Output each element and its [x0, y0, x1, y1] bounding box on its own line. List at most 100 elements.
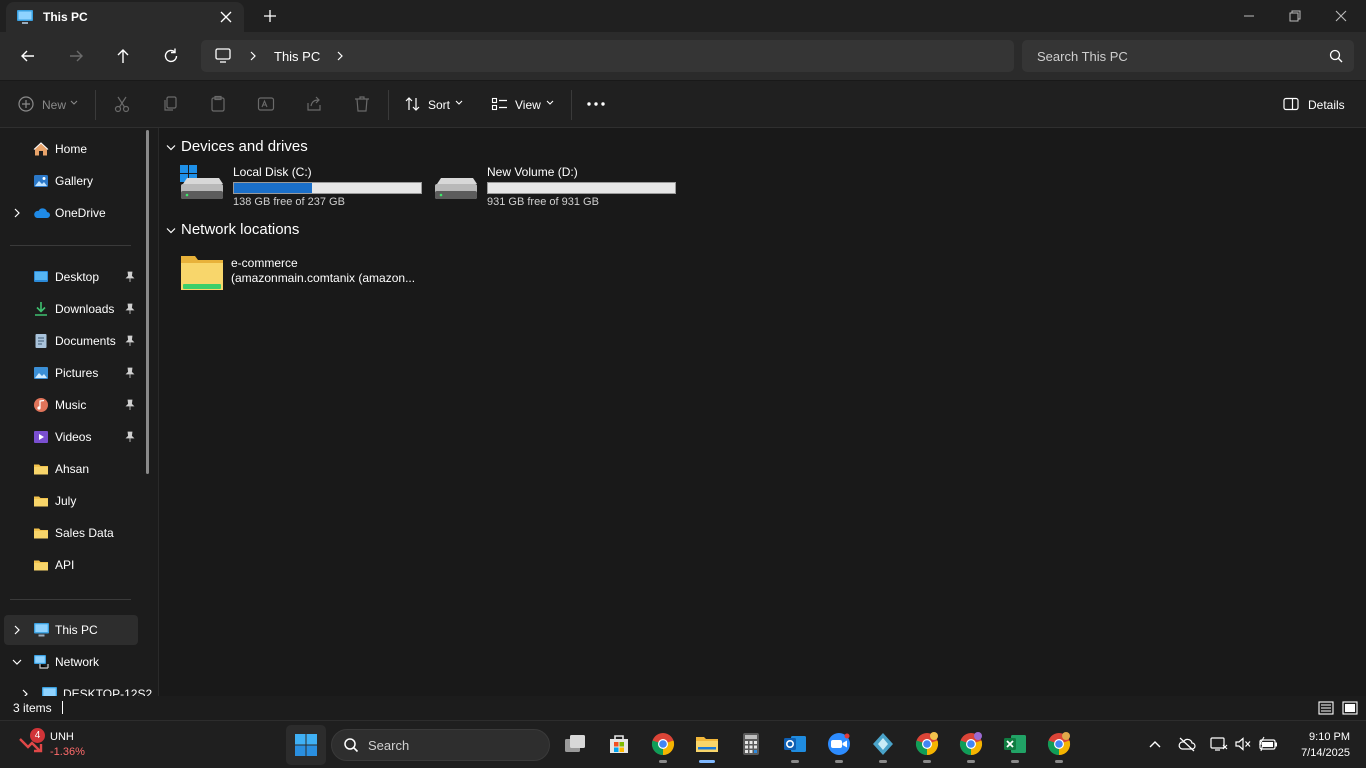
share-icon[interactable] [305, 95, 323, 113]
stock-widget[interactable]: 4 UNH -1.36% [18, 728, 108, 762]
close-window-icon[interactable] [1333, 8, 1349, 24]
copy-icon[interactable] [161, 95, 179, 113]
sidebar-item-videos[interactable]: Videos [4, 422, 138, 452]
chevron-right-icon[interactable] [12, 208, 22, 218]
chrome-profile-button[interactable] [1043, 729, 1075, 763]
network-location-item[interactable]: e-commerce (amazonmain.comtanix (amazon.… [179, 252, 429, 296]
cloud-off-icon[interactable] [1178, 736, 1196, 752]
sidebar-item-home[interactable]: Home [4, 134, 138, 164]
refresh-icon[interactable] [162, 47, 180, 65]
sidebar-item-gallery[interactable]: Gallery [4, 166, 138, 196]
sidebar-item-music[interactable]: Music [4, 390, 138, 420]
task-view-button[interactable] [559, 729, 591, 763]
sidebar-item-label: This PC [55, 623, 98, 637]
details-button[interactable]: Details [1308, 98, 1345, 112]
chevron-right-icon[interactable] [12, 625, 22, 635]
sidebar-item-downloads[interactable]: Downloads [4, 294, 138, 324]
outlook-button[interactable] [779, 729, 811, 763]
battery-charging-icon[interactable] [1258, 736, 1278, 752]
pin-icon[interactable] [124, 431, 136, 443]
sort-button[interactable]: Sort [428, 98, 450, 112]
taskbar-search[interactable]: Search [331, 729, 550, 761]
chevron-down-icon[interactable] [69, 99, 79, 107]
new-icon[interactable] [17, 95, 35, 113]
file-explorer-button[interactable] [691, 729, 723, 763]
sidebar-item-network[interactable]: Network [4, 647, 138, 677]
sidebar-item-onedrive[interactable]: OneDrive [4, 198, 138, 228]
chevron-down-icon[interactable] [454, 99, 464, 107]
more-options-icon[interactable] [586, 101, 606, 107]
drive-new-volume-d[interactable]: New Volume (D:) 931 GB free of 931 GB [433, 164, 683, 214]
pin-icon[interactable] [124, 303, 136, 315]
details-view-icon[interactable] [1318, 700, 1334, 716]
pin-icon[interactable] [124, 271, 136, 283]
chevron-right-icon[interactable] [335, 51, 345, 61]
network-status-icon[interactable] [1210, 736, 1228, 752]
address-bar[interactable]: This PC [201, 40, 1014, 72]
new-button[interactable]: New [42, 98, 66, 112]
chevron-down-icon[interactable] [12, 657, 22, 667]
tab-this-pc[interactable]: This PC [6, 2, 244, 32]
chevron-right-icon[interactable] [248, 51, 258, 61]
up-arrow-icon[interactable] [114, 47, 132, 65]
tiles-view-icon[interactable] [1342, 700, 1358, 716]
sidebar-item-ahsan[interactable]: Ahsan [4, 454, 138, 484]
chevron-down-icon[interactable] [165, 226, 177, 236]
store-button[interactable] [603, 729, 635, 763]
chevron-right-icon[interactable] [20, 689, 30, 696]
search-icon[interactable] [1328, 48, 1344, 64]
excel-button[interactable] [999, 729, 1031, 763]
breadcrumb-this-pc[interactable]: This PC [274, 49, 320, 64]
sidebar-scrollbar[interactable] [146, 130, 149, 474]
sidebar-item-this-pc[interactable]: This PC [4, 615, 138, 645]
start-button[interactable] [286, 725, 326, 765]
pin-icon[interactable] [124, 367, 136, 379]
pin-icon[interactable] [124, 335, 136, 347]
sidebar-item-desktop[interactable]: Desktop [4, 262, 138, 292]
drive-name: New Volume (D:) [487, 165, 578, 179]
new-tab-button[interactable] [262, 8, 278, 24]
rename-icon[interactable] [257, 95, 275, 113]
volume-muted-icon[interactable] [1234, 736, 1252, 752]
chrome-profile-button[interactable] [955, 729, 987, 763]
devices-group-header[interactable]: Devices and drives [165, 138, 365, 158]
running-indicator [879, 760, 887, 763]
app-button[interactable] [867, 729, 899, 763]
paste-icon[interactable] [209, 95, 227, 113]
sidebar-item-desktop-12s2[interactable]: DESKTOP-12S2 [12, 679, 152, 696]
pin-icon[interactable] [124, 399, 136, 411]
restore-icon[interactable] [1287, 8, 1303, 24]
drive-local-disk-c[interactable]: Local Disk (C:) 138 GB free of 237 GB [179, 164, 429, 214]
sidebar-item-label: Ahsan [55, 462, 90, 476]
delete-icon[interactable] [353, 95, 371, 113]
minimize-icon[interactable] [1241, 8, 1257, 24]
view-button[interactable]: View [515, 98, 541, 112]
cut-icon[interactable] [113, 95, 131, 113]
chevron-down-icon[interactable] [165, 143, 177, 153]
chevron-down-icon[interactable] [545, 99, 555, 107]
chrome-button[interactable] [647, 729, 679, 763]
close-icon[interactable] [218, 9, 234, 25]
system-clock[interactable]: 9:10 PM 7/14/2025 [1286, 729, 1350, 761]
sidebar-item-label: OneDrive [55, 206, 106, 220]
details-pane-icon[interactable] [1283, 97, 1299, 111]
forward-arrow-icon[interactable] [67, 47, 85, 65]
sidebar-item-api[interactable]: API [4, 550, 138, 580]
sidebar-item-sales-data[interactable]: Sales Data [4, 518, 138, 548]
folder-icon [33, 557, 49, 573]
outlook-icon [784, 736, 806, 752]
back-arrow-icon[interactable] [19, 47, 37, 65]
sidebar-item-label: Network [55, 655, 100, 669]
zoom-button[interactable] [823, 729, 855, 763]
sort-icon[interactable] [404, 95, 422, 113]
search-input[interactable]: Search This PC [1022, 40, 1354, 72]
sidebar-item-documents[interactable]: Documents [4, 326, 138, 356]
chrome-profile-button[interactable] [911, 729, 943, 763]
sidebar-item-july[interactable]: July [4, 486, 138, 516]
chevron-up-icon[interactable] [1147, 736, 1163, 752]
network-group-header[interactable]: Network locations [165, 221, 365, 241]
status-bar: 3 items [0, 696, 1366, 720]
sidebar-item-pictures[interactable]: Pictures [4, 358, 138, 388]
calculator-button[interactable] [735, 729, 767, 763]
view-icon[interactable] [491, 95, 509, 113]
